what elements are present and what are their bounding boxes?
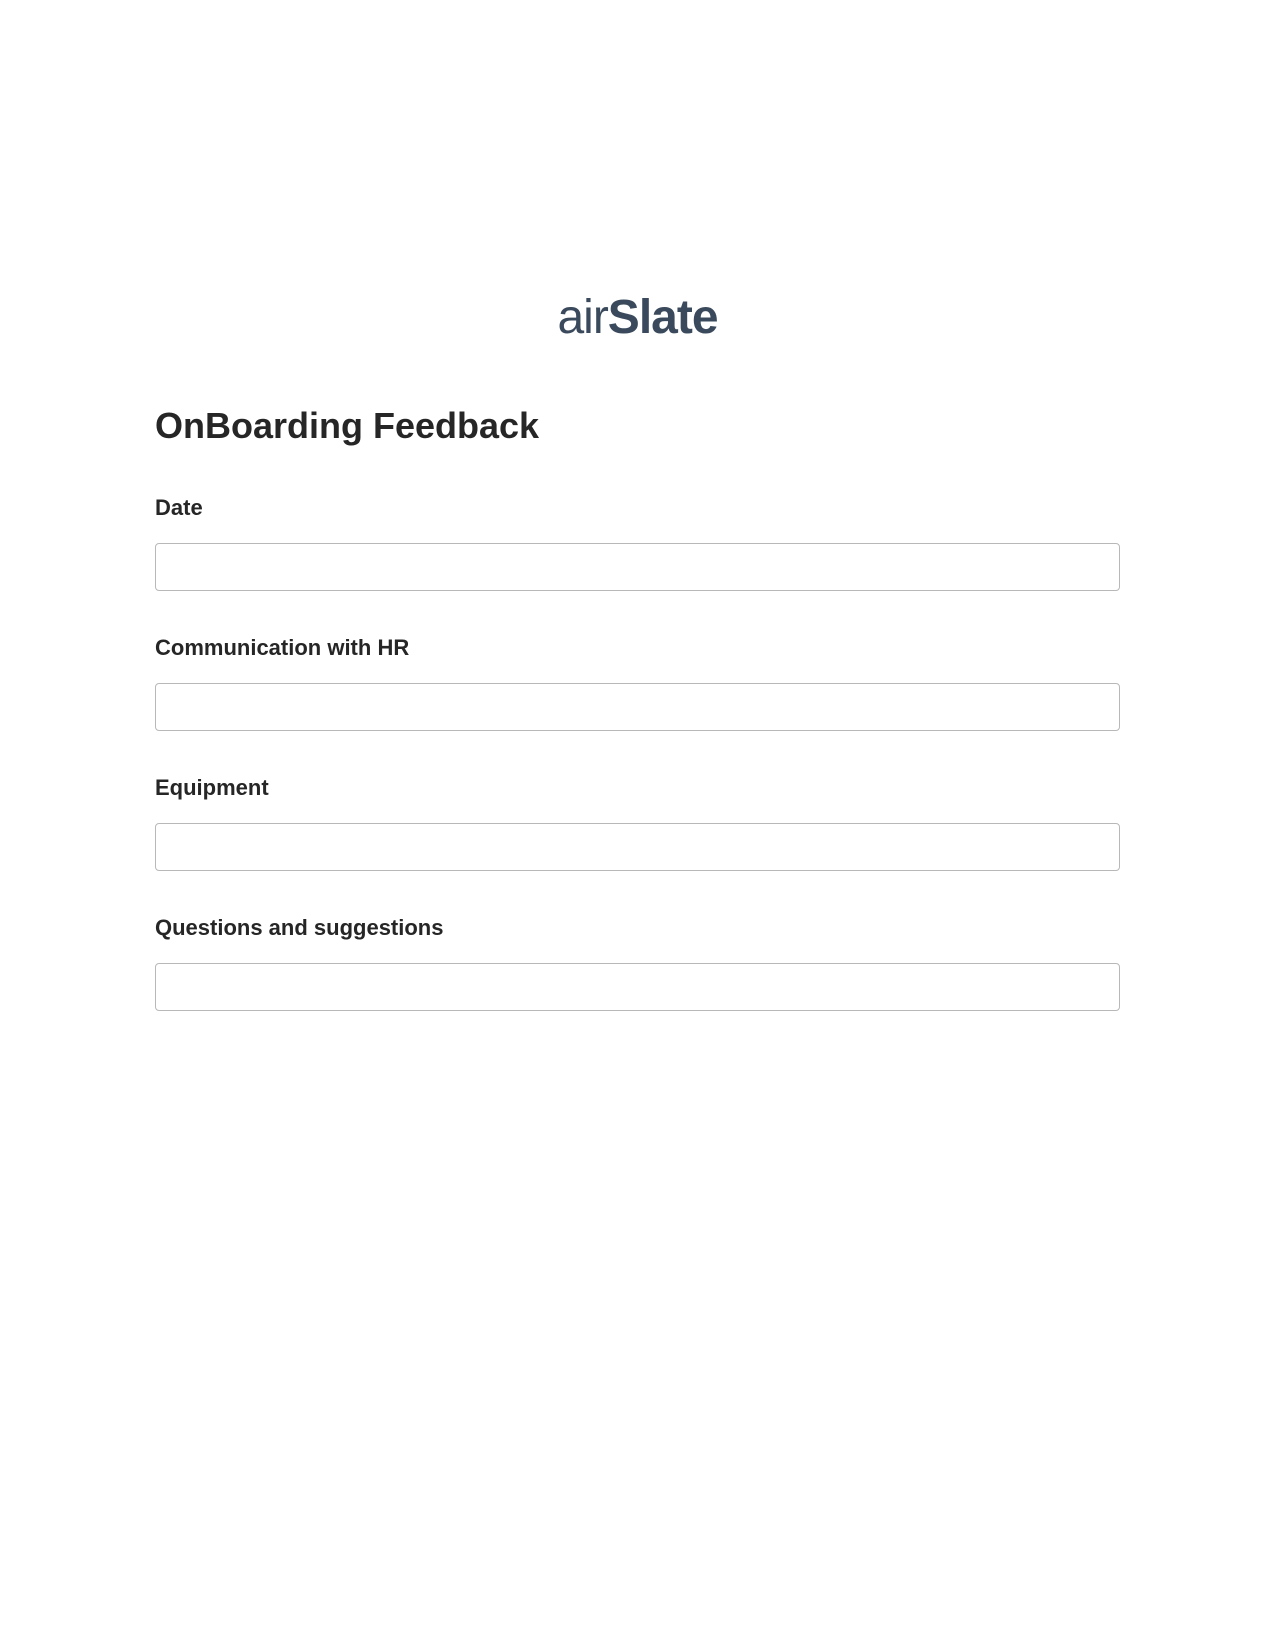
page-container: airSlate OnBoarding Feedback Date Commun…	[0, 0, 1275, 1011]
input-equipment[interactable]	[155, 823, 1120, 871]
label-communication: Communication with HR	[155, 635, 1120, 661]
logo-part-slate: Slate	[608, 291, 718, 344]
airslate-logo: airSlate	[557, 290, 717, 345]
label-equipment: Equipment	[155, 775, 1120, 801]
form-field-questions: Questions and suggestions	[155, 915, 1120, 1011]
input-questions[interactable]	[155, 963, 1120, 1011]
label-questions: Questions and suggestions	[155, 915, 1120, 941]
form-field-date: Date	[155, 495, 1120, 591]
label-date: Date	[155, 495, 1120, 521]
logo-container: airSlate	[155, 290, 1120, 345]
form-field-equipment: Equipment	[155, 775, 1120, 871]
form-field-communication: Communication with HR	[155, 635, 1120, 731]
input-date[interactable]	[155, 543, 1120, 591]
input-communication[interactable]	[155, 683, 1120, 731]
logo-part-air: air	[557, 291, 607, 344]
form-title: OnBoarding Feedback	[155, 405, 1120, 447]
